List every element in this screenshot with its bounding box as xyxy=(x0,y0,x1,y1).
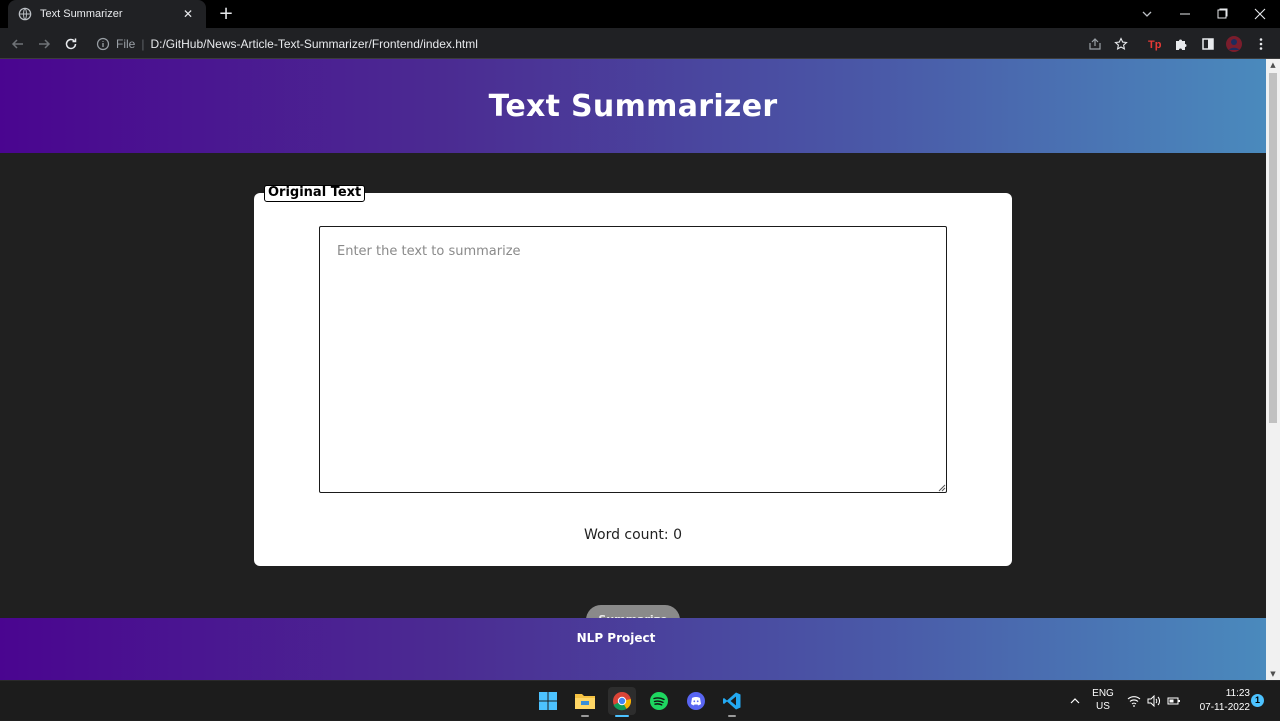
running-indicator xyxy=(728,715,736,717)
scrollbar-thumb[interactable] xyxy=(1269,73,1277,423)
page-scrollbar[interactable]: ▲ ▼ xyxy=(1266,59,1280,680)
word-count: Word count: 0 xyxy=(583,527,682,543)
extensions-puzzle-icon[interactable] xyxy=(1170,33,1192,55)
browser-toolbar: File | D:/GitHub/News-Article-Text-Summa… xyxy=(0,28,1280,59)
vscode-icon[interactable] xyxy=(718,687,746,717)
svg-text:Tp: Tp xyxy=(1148,39,1162,51)
back-button[interactable] xyxy=(7,33,29,55)
page-title: Text Summarizer xyxy=(488,88,778,124)
globe-icon xyxy=(18,7,32,21)
resize-grip-icon[interactable] xyxy=(938,484,946,492)
wifi-icon[interactable] xyxy=(1126,681,1142,721)
address-scheme: File xyxy=(116,36,136,51)
clock-date: 07-11-2022 xyxy=(1199,702,1250,713)
page-footer: NLP Project xyxy=(0,618,1266,680)
running-indicator xyxy=(581,715,589,717)
close-window-button[interactable] xyxy=(1241,0,1279,28)
minimize-button[interactable] xyxy=(1166,0,1204,28)
page-viewport: Text Summarizer Original Text Word count… xyxy=(0,59,1266,680)
battery-icon[interactable] xyxy=(1166,681,1182,721)
side-panel-icon[interactable] xyxy=(1197,33,1219,55)
tab-strip: Text Summarizer ✕ + xyxy=(0,0,1280,28)
footer-text: NLP Project xyxy=(576,631,656,645)
region-code: US xyxy=(1096,701,1110,712)
tab-search-icon[interactable] xyxy=(1128,0,1166,28)
file-explorer-icon[interactable] xyxy=(571,687,599,717)
notification-badge[interactable]: 1 xyxy=(1251,694,1264,707)
running-indicator xyxy=(615,715,629,717)
address-url[interactable]: D:/GitHub/News-Article-Text-Summarizer/F… xyxy=(150,37,477,51)
chrome-icon[interactable] xyxy=(608,687,636,717)
close-tab-icon[interactable]: ✕ xyxy=(180,7,196,21)
address-bar[interactable]: File | D:/GitHub/News-Article-Text-Summa… xyxy=(90,32,1140,55)
new-tab-button[interactable]: + xyxy=(216,4,236,24)
profile-avatar-icon[interactable] xyxy=(1223,33,1245,55)
discord-icon[interactable] xyxy=(682,687,710,715)
forward-button[interactable] xyxy=(33,33,55,55)
tray-overflow-chevron-icon[interactable] xyxy=(1066,681,1084,721)
original-text-legend: Original Text xyxy=(264,185,366,202)
maximize-button[interactable] xyxy=(1203,0,1241,28)
language-indicator[interactable]: ENG US xyxy=(1090,687,1116,713)
original-text-input[interactable] xyxy=(319,226,947,493)
address-separator: | xyxy=(141,36,145,51)
tab-title: Text Summarizer xyxy=(40,8,123,20)
system-clock[interactable]: 11:23 07-11-2022 xyxy=(1188,687,1250,715)
bookmark-star-icon[interactable] xyxy=(1110,33,1132,55)
scroll-down-icon[interactable]: ▼ xyxy=(1266,668,1280,680)
extension-tp-icon[interactable]: Tp xyxy=(1144,33,1166,55)
page-header: Text Summarizer xyxy=(0,59,1266,153)
language-code: ENG xyxy=(1092,688,1114,699)
taskbar: ENG US 11:23 07-11-2022 1 xyxy=(0,680,1280,720)
scroll-up-icon[interactable]: ▲ xyxy=(1266,59,1280,71)
browser-tab[interactable]: Text Summarizer ✕ xyxy=(8,0,206,28)
share-icon[interactable] xyxy=(1084,33,1106,55)
start-icon[interactable] xyxy=(534,687,562,715)
clock-time: 11:23 xyxy=(1225,688,1250,699)
spotify-icon[interactable] xyxy=(645,687,673,715)
browser-menu-icon[interactable] xyxy=(1250,33,1272,55)
reload-button[interactable] xyxy=(60,33,82,55)
info-icon[interactable] xyxy=(96,37,110,51)
volume-icon[interactable] xyxy=(1146,681,1162,721)
